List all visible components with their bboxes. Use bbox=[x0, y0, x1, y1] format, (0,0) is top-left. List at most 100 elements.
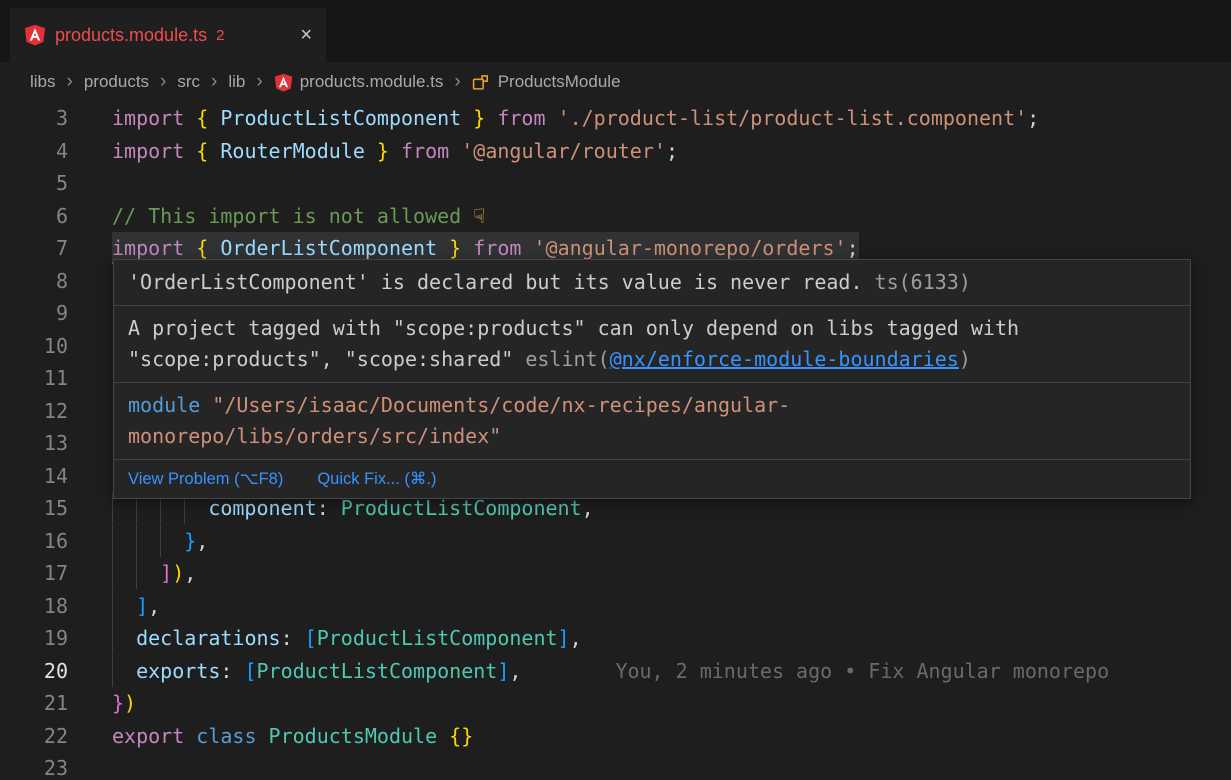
line-number[interactable]: 8 bbox=[0, 265, 68, 298]
code-line[interactable]: 17]), bbox=[0, 557, 1231, 590]
indent-guide bbox=[112, 590, 136, 622]
line-number[interactable]: 5 bbox=[0, 167, 68, 200]
hover-text: ts(6133) bbox=[863, 270, 971, 294]
line-number[interactable]: 21 bbox=[0, 687, 68, 720]
indent-guide bbox=[112, 525, 136, 557]
code-token: ☟ bbox=[473, 204, 485, 228]
hover-text: "/Users/isaac/Documents/code/nx-recipes/… bbox=[200, 393, 790, 417]
line-number[interactable]: 15 bbox=[0, 492, 68, 525]
breadcrumb-item-libs[interactable]: libs bbox=[30, 72, 56, 92]
code-token: ; bbox=[1027, 106, 1039, 130]
code-token: component bbox=[208, 496, 316, 520]
code-token: ProductsModule bbox=[269, 724, 438, 748]
line-number[interactable]: 11 bbox=[0, 362, 68, 395]
code-line[interactable]: 18], bbox=[0, 590, 1231, 623]
tab-products-module[interactable]: products.module.ts 2 × bbox=[10, 8, 326, 62]
line-number[interactable]: 10 bbox=[0, 330, 68, 363]
code-token: , bbox=[582, 496, 594, 520]
line-number[interactable]: 6 bbox=[0, 200, 68, 233]
code-token: ProductListComponent bbox=[317, 626, 558, 650]
line-number[interactable]: 14 bbox=[0, 460, 68, 493]
code-line[interactable]: 21}) bbox=[0, 687, 1231, 720]
code-token: '@angular/router' bbox=[461, 139, 666, 163]
breadcrumb-item-src[interactable]: src bbox=[177, 72, 200, 92]
indent-guide bbox=[160, 525, 184, 557]
code-line[interactable]: 22export class ProductsModule {} bbox=[0, 720, 1231, 753]
code-token: import bbox=[112, 139, 196, 163]
code-token: ) bbox=[172, 561, 184, 585]
code-token: [ bbox=[244, 659, 256, 683]
tab-title: products.module.ts bbox=[55, 25, 207, 46]
code-token: from bbox=[485, 106, 557, 130]
code-token: from bbox=[389, 139, 461, 163]
code-token: : bbox=[317, 496, 341, 520]
eslint-rule-link[interactable]: @nx/enforce-module-boundaries bbox=[610, 347, 959, 371]
code-token: export bbox=[112, 724, 196, 748]
code-line[interactable]: 23 bbox=[0, 752, 1231, 780]
line-number[interactable]: 16 bbox=[0, 525, 68, 558]
code-token: ProductListComponent bbox=[257, 659, 498, 683]
code-token: { bbox=[196, 139, 220, 163]
code-line[interactable]: 5 bbox=[0, 167, 1231, 200]
close-icon[interactable]: × bbox=[300, 24, 312, 47]
line-number[interactable]: 12 bbox=[0, 395, 68, 428]
code-token: ; bbox=[666, 139, 678, 163]
code-token: } bbox=[437, 236, 461, 260]
import-path-link[interactable]: '@angular-monorepo/orders' bbox=[533, 236, 846, 261]
line-number[interactable]: 13 bbox=[0, 427, 68, 460]
code-token: ) bbox=[124, 691, 136, 715]
view-problem-action[interactable]: View Problem (⌥F8) bbox=[128, 469, 283, 489]
line-number[interactable]: 17 bbox=[0, 557, 68, 590]
code-token: [ bbox=[305, 626, 317, 650]
code-token: // This import is not allowed bbox=[112, 204, 473, 228]
code-token: OrderListComponent bbox=[220, 236, 437, 260]
code-line[interactable]: 6 // This import is not allowed ☟ bbox=[0, 200, 1231, 233]
breadcrumb-item-productsmodule[interactable]: ProductsModule bbox=[472, 72, 621, 92]
indent-guide bbox=[136, 557, 160, 589]
code-token: {} bbox=[449, 724, 473, 748]
quick-fix-action[interactable]: Quick Fix... (⌘.) bbox=[317, 469, 436, 489]
angular-icon bbox=[274, 73, 293, 92]
code-token: , bbox=[148, 594, 160, 618]
line-number[interactable]: 4 bbox=[0, 135, 68, 168]
breadcrumb-item-lib[interactable]: lib bbox=[228, 72, 245, 92]
hover-text: monorepo/libs/orders/src/index" bbox=[128, 424, 501, 448]
indent-guide bbox=[112, 622, 136, 654]
code-token: } bbox=[112, 691, 124, 715]
code-line[interactable]: 20exports: [ProductListComponent],You, 2… bbox=[0, 655, 1231, 688]
breadcrumb-label: libs bbox=[30, 72, 56, 92]
code-token: './product-list/product-list.component' bbox=[558, 106, 1028, 130]
code-token: ; bbox=[847, 236, 859, 260]
code-line[interactable]: 3import { ProductListComponent } from '.… bbox=[0, 102, 1231, 135]
git-blame-annotation: You, 2 minutes ago • Fix Angular monorep… bbox=[615, 659, 1109, 683]
code-token: declarations bbox=[136, 626, 281, 650]
code-token: ] bbox=[136, 594, 148, 618]
breadcrumb-label: src bbox=[177, 72, 200, 92]
hover-section-3: module "/Users/isaac/Documents/code/nx-r… bbox=[114, 383, 1190, 460]
line-number[interactable]: 18 bbox=[0, 590, 68, 623]
code-token: : bbox=[220, 659, 244, 683]
breadcrumb-label: products.module.ts bbox=[300, 72, 444, 92]
line-number[interactable]: 20 bbox=[0, 655, 68, 688]
code-line[interactable]: 4import { RouterModule } from '@angular/… bbox=[0, 135, 1231, 168]
code-token: } bbox=[365, 139, 389, 163]
hover-text: eslint( bbox=[513, 347, 609, 371]
line-number[interactable]: 19 bbox=[0, 622, 68, 655]
code-line[interactable]: 19declarations: [ProductListComponent], bbox=[0, 622, 1231, 655]
line-number[interactable]: 23 bbox=[0, 752, 68, 780]
line-number[interactable]: 7 bbox=[0, 232, 68, 265]
line-number[interactable]: 9 bbox=[0, 297, 68, 330]
code-token: import bbox=[112, 236, 196, 260]
symbol-class-icon bbox=[472, 73, 491, 92]
hover-text: ) bbox=[959, 347, 971, 371]
breadcrumb-item-products[interactable]: products bbox=[84, 72, 149, 92]
line-number[interactable]: 22 bbox=[0, 720, 68, 753]
breadcrumb-item-products-module-ts[interactable]: products.module.ts bbox=[274, 72, 444, 92]
code-token: : bbox=[281, 626, 305, 650]
breadcrumb-label: ProductsModule bbox=[498, 72, 621, 92]
code-line[interactable]: 16}, bbox=[0, 525, 1231, 558]
line-number[interactable]: 3 bbox=[0, 102, 68, 135]
breadcrumb-separator: › bbox=[160, 71, 166, 93]
code-token: , bbox=[196, 529, 208, 553]
code-token: ] bbox=[497, 659, 509, 683]
